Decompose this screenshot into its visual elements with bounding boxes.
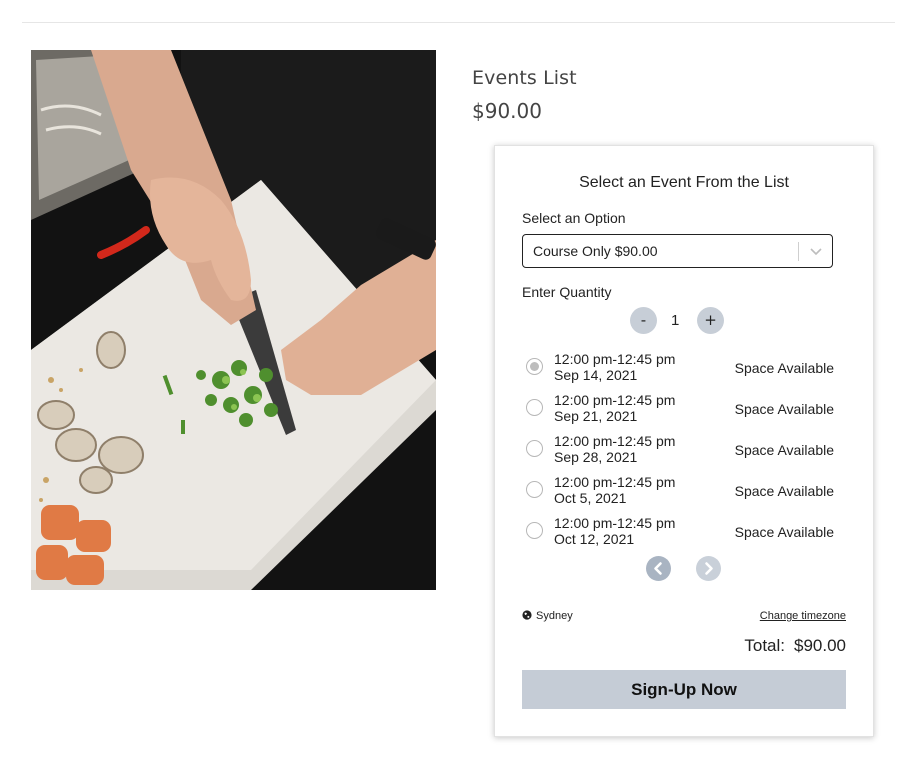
event-slot-time: 12:00 pm-12:45 pm <box>554 351 676 367</box>
chevron-right-icon <box>705 562 713 575</box>
product-price: $90.00 <box>472 99 542 123</box>
product-title: Events List <box>472 67 577 89</box>
chevron-left-icon <box>654 562 662 575</box>
event-slot-time: 12:00 pm-12:45 pm <box>554 474 676 490</box>
top-divider <box>22 22 895 23</box>
booking-card: Select an Event From the List Select an … <box>494 145 874 737</box>
globe-icon <box>522 610 532 620</box>
event-slot-time: 12:00 pm-12:45 pm <box>554 392 676 408</box>
select-separator <box>798 242 799 261</box>
sign-up-button[interactable]: Sign-Up Now <box>522 670 846 709</box>
total-display: Total: $90.00 <box>744 636 846 656</box>
event-slot-radio[interactable] <box>526 522 543 539</box>
event-slot-date: Sep 21, 2021 <box>554 408 638 424</box>
quantity-value: 1 <box>671 312 680 329</box>
event-slot-radio[interactable] <box>526 481 543 498</box>
next-page-button[interactable] <box>696 556 721 581</box>
event-slot-date: Oct 5, 2021 <box>554 490 627 506</box>
quantity-increment-button[interactable]: + <box>697 307 724 334</box>
booking-heading: Select an Event From the List <box>579 174 789 191</box>
event-slot-radio[interactable] <box>526 440 543 457</box>
timezone-name: Sydney <box>536 610 573 622</box>
event-slot-status: Space Available <box>734 360 834 376</box>
event-slot[interactable]: 12:00 pm-12:45 pm Sep 28, 2021 Space Ava… <box>522 433 834 467</box>
quantity-label: Enter Quantity <box>522 284 612 300</box>
timezone-display: Sydney <box>522 610 573 622</box>
option-label: Select an Option <box>522 210 626 226</box>
event-slot-time: 12:00 pm-12:45 pm <box>554 515 676 531</box>
event-slot-status: Space Available <box>734 442 834 458</box>
event-slot[interactable]: 12:00 pm-12:45 pm Oct 12, 2021 Space Ava… <box>522 515 834 549</box>
quantity-decrement-button[interactable]: - <box>630 307 657 334</box>
event-slot-date: Sep 14, 2021 <box>554 367 638 383</box>
event-slot-date: Oct 12, 2021 <box>554 531 635 547</box>
event-slot[interactable]: 12:00 pm-12:45 pm Sep 14, 2021 Space Ava… <box>522 351 834 385</box>
change-timezone-link[interactable]: Change timezone <box>760 610 846 622</box>
event-slot[interactable]: 12:00 pm-12:45 pm Oct 5, 2021 Space Avai… <box>522 474 834 508</box>
event-slot-radio[interactable] <box>526 399 543 416</box>
event-slot-radio[interactable] <box>526 358 543 375</box>
event-slot-status: Space Available <box>734 524 834 540</box>
event-slot-date: Sep 28, 2021 <box>554 449 638 465</box>
total-value: $90.00 <box>794 636 846 655</box>
total-label: Total: <box>744 636 785 655</box>
chevron-down-icon[interactable] <box>808 243 824 259</box>
prev-page-button[interactable] <box>646 556 671 581</box>
option-select[interactable]: Course Only $90.00 <box>522 234 833 268</box>
event-slot-status: Space Available <box>734 483 834 499</box>
option-select-value: Course Only $90.00 <box>533 243 658 259</box>
product-image <box>31 50 436 590</box>
event-slot-time: 12:00 pm-12:45 pm <box>554 433 676 449</box>
event-slot[interactable]: 12:00 pm-12:45 pm Sep 21, 2021 Space Ava… <box>522 392 834 426</box>
event-slot-status: Space Available <box>734 401 834 417</box>
